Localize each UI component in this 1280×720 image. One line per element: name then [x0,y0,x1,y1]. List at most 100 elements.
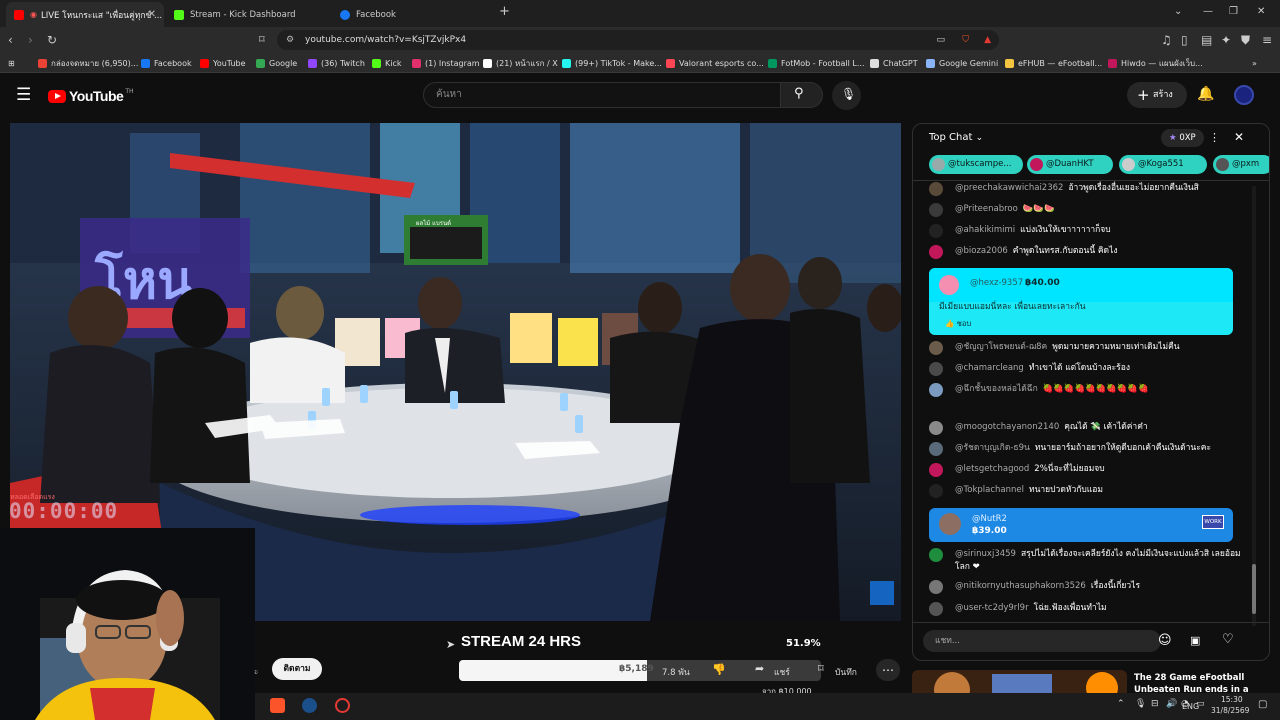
super-chat-card[interactable]: @hexz-9357 ฿40.00 มีเมียแบบแอมนี่หละ เพื… [929,268,1233,335]
more-actions-button[interactable]: ⋯ [876,659,900,681]
address-bar[interactable]: ⚙ youtube.com/watch?v=KsjTZvjkPx4 ▭ ⛉ ▲ [277,30,999,50]
volume-icon[interactable]: 🔊 [1166,699,1177,709]
tab-youtube-live[interactable]: ◉ LIVE โหนกระแส "เพื่อนคู่ทุกข์ ... ✕ [6,2,164,27]
avatar[interactable] [1234,85,1254,105]
voice-search-button[interactable]: 🎙 [832,81,861,110]
bookmark-label: YouTube [213,58,246,68]
bookmark-item[interactable]: ChatGPT [870,56,918,70]
more-bookmarks-icon[interactable]: » [1252,56,1257,70]
ticker-chip[interactable]: @tukscampe... [929,155,1023,174]
chat-text: 🍓🍓🍓🍓🍓🍓🍓🍓🍓🍓 [1042,384,1149,394]
tab-search-icon[interactable]: ⌄ [1174,6,1182,17]
bookmarks-bar: ⊞ กล่องจดหมาย (6,950)... Facebook YouTube G… [0,53,1280,73]
bookmark-icon[interactable]: ⌑ [259,33,265,46]
close-chat-icon[interactable]: ✕ [1234,130,1244,144]
chat-author: @preechakawwichai2362 [955,183,1064,193]
minimize-icon[interactable]: — [1203,6,1213,17]
cast-icon[interactable]: ▭ [936,30,945,50]
forward-icon[interactable]: › [28,33,33,47]
chat-input[interactable]: แชท... [923,630,1161,652]
chat-mode-selector[interactable]: Top Chat ⌄ [929,132,983,143]
menu-icon[interactable]: ≡ [1262,33,1272,47]
heart-icon[interactable]: ♡ [1222,632,1234,647]
extensions-icon[interactable]: ✦ [1221,33,1231,47]
clock-date[interactable]: 31/8/2569 [1211,706,1249,715]
apps-icon[interactable]: ⊞ [8,56,15,70]
chat-author: @nitikornyuthasuphakorn3526 [955,581,1086,591]
create-button[interactable]: + สร้าง [1127,82,1187,108]
like-count[interactable]: 7.8 พัน [662,665,690,679]
language-indicator[interactable]: ENG [1182,702,1199,711]
dislike-icon[interactable]: 👎 [712,663,726,676]
network-icon[interactable]: ⊟ [1151,699,1159,709]
super-chat-card[interactable]: @NutR2 ฿39.00 WORK [929,508,1233,542]
bookmark-item[interactable]: กล่องจดหมาย (6,950)... [38,56,138,70]
notification-center-icon[interactable]: ▢ [1258,699,1267,710]
subscribe-button[interactable]: ติดตาม [272,658,322,680]
site-info-icon[interactable]: ⚙ [286,30,294,50]
new-tab-icon[interactable]: + [499,4,510,19]
tab-facebook[interactable]: Facebook [332,2,492,27]
save-icon[interactable]: ⌑ [818,662,824,675]
bookmark-item[interactable]: eFHUB — eFootball... [1005,56,1102,70]
notifications-icon[interactable]: 🔔 [1197,86,1214,102]
brave-shield-icon[interactable]: ⛉ [962,30,969,50]
share-icon[interactable]: ➦ [755,662,764,675]
emoji-icon[interactable]: ☺ [1158,633,1172,648]
reload-icon[interactable]: ↻ [47,33,57,47]
search-input[interactable]: ค้นหา [423,82,781,108]
bookmark-item[interactable]: Google [256,56,297,70]
avatar [929,602,943,616]
super-chat-reply[interactable]: 👍 ชอบ [945,318,971,330]
obs-icon[interactable] [335,698,350,713]
wallet-icon[interactable]: ▤ [1201,33,1212,47]
media-icon[interactable]: ♫ [1161,33,1172,47]
hamburger-menu-icon[interactable]: ☰ [16,85,31,105]
tab-kick-dashboard[interactable]: Stream - Kick Dashboard [166,2,330,27]
close-window-icon[interactable]: ✕ [1257,6,1265,17]
super-chat-icon[interactable]: ▣ [1190,634,1200,647]
bookmark-item[interactable]: Valorant esports co... [666,56,764,70]
bookmark-item[interactable]: Hiwdo — แผนผังเว็บ... [1108,56,1203,70]
chat-more-icon[interactable]: ⋮ [1209,131,1220,144]
brave-rewards-icon[interactable]: ▲ [984,30,991,50]
mic-tray-icon[interactable]: 🎙 [1135,699,1146,709]
bookmark-item[interactable]: YouTube [200,56,246,70]
vpn-icon[interactable]: ⛊ [1241,33,1250,48]
bookmark-item[interactable]: FotMob - Football L... [768,56,865,70]
bookmark-label: eFHUB — eFootball... [1018,58,1103,68]
maximize-icon[interactable]: ❐ [1229,6,1238,17]
sidebar-icon[interactable]: ▯ [1181,33,1188,47]
bookmark-item[interactable]: Kick [372,56,402,70]
back-icon[interactable]: ‹ [8,33,13,47]
youtube-logo[interactable]: YouTube TH [48,88,134,104]
bookmark-item[interactable]: (21) หน้าแรก / X [483,56,558,70]
avatar [929,245,943,259]
chat-text: เรื่องนี้เกี่ยวไร [1090,581,1141,591]
youtube-header: ☰ YouTube TH ค้นหา ⚲ 🎙 + สร้าง 🔔 [0,74,1280,118]
bookmark-item[interactable]: (36) Twitch [308,56,365,70]
brave-icon[interactable] [270,698,285,713]
save-label[interactable]: บันทึก [835,665,857,679]
bookmark-label: (99+) TikTok - Make... [575,58,662,68]
share-label[interactable]: แชร์ [774,665,790,679]
bookmark-item[interactable]: (1) Instagram [412,56,480,70]
bookmark-label: Google [269,58,298,68]
ticker-chip[interactable]: @DuanHKT [1027,155,1113,174]
bookmark-item[interactable]: (99+) TikTok - Make... [562,56,662,70]
bookmark-item[interactable]: Facebook [141,56,192,70]
donation-goal-percent: 51.9% [786,638,821,649]
search-icon: ⚲ [794,86,804,101]
search-button[interactable]: ⚲ [781,82,823,108]
clock-time[interactable]: 15:30 [1221,695,1243,704]
xp-badge[interactable]: ★ 0XP [1161,129,1204,147]
bookmark-item[interactable]: Google Gemini [926,56,998,70]
close-tab-icon[interactable]: ✕ [148,9,156,20]
tray-overflow-icon[interactable]: ⌃ [1117,699,1125,709]
ticker-chip[interactable]: @pxm [1213,155,1269,174]
steam-icon[interactable] [302,698,317,713]
chat-scrollbar[interactable] [1252,186,1256,626]
bookmark-favicon-icon [1108,58,1117,68]
bookmark-favicon-icon [38,58,47,68]
ticker-chip[interactable]: @Koga551 [1119,155,1207,174]
